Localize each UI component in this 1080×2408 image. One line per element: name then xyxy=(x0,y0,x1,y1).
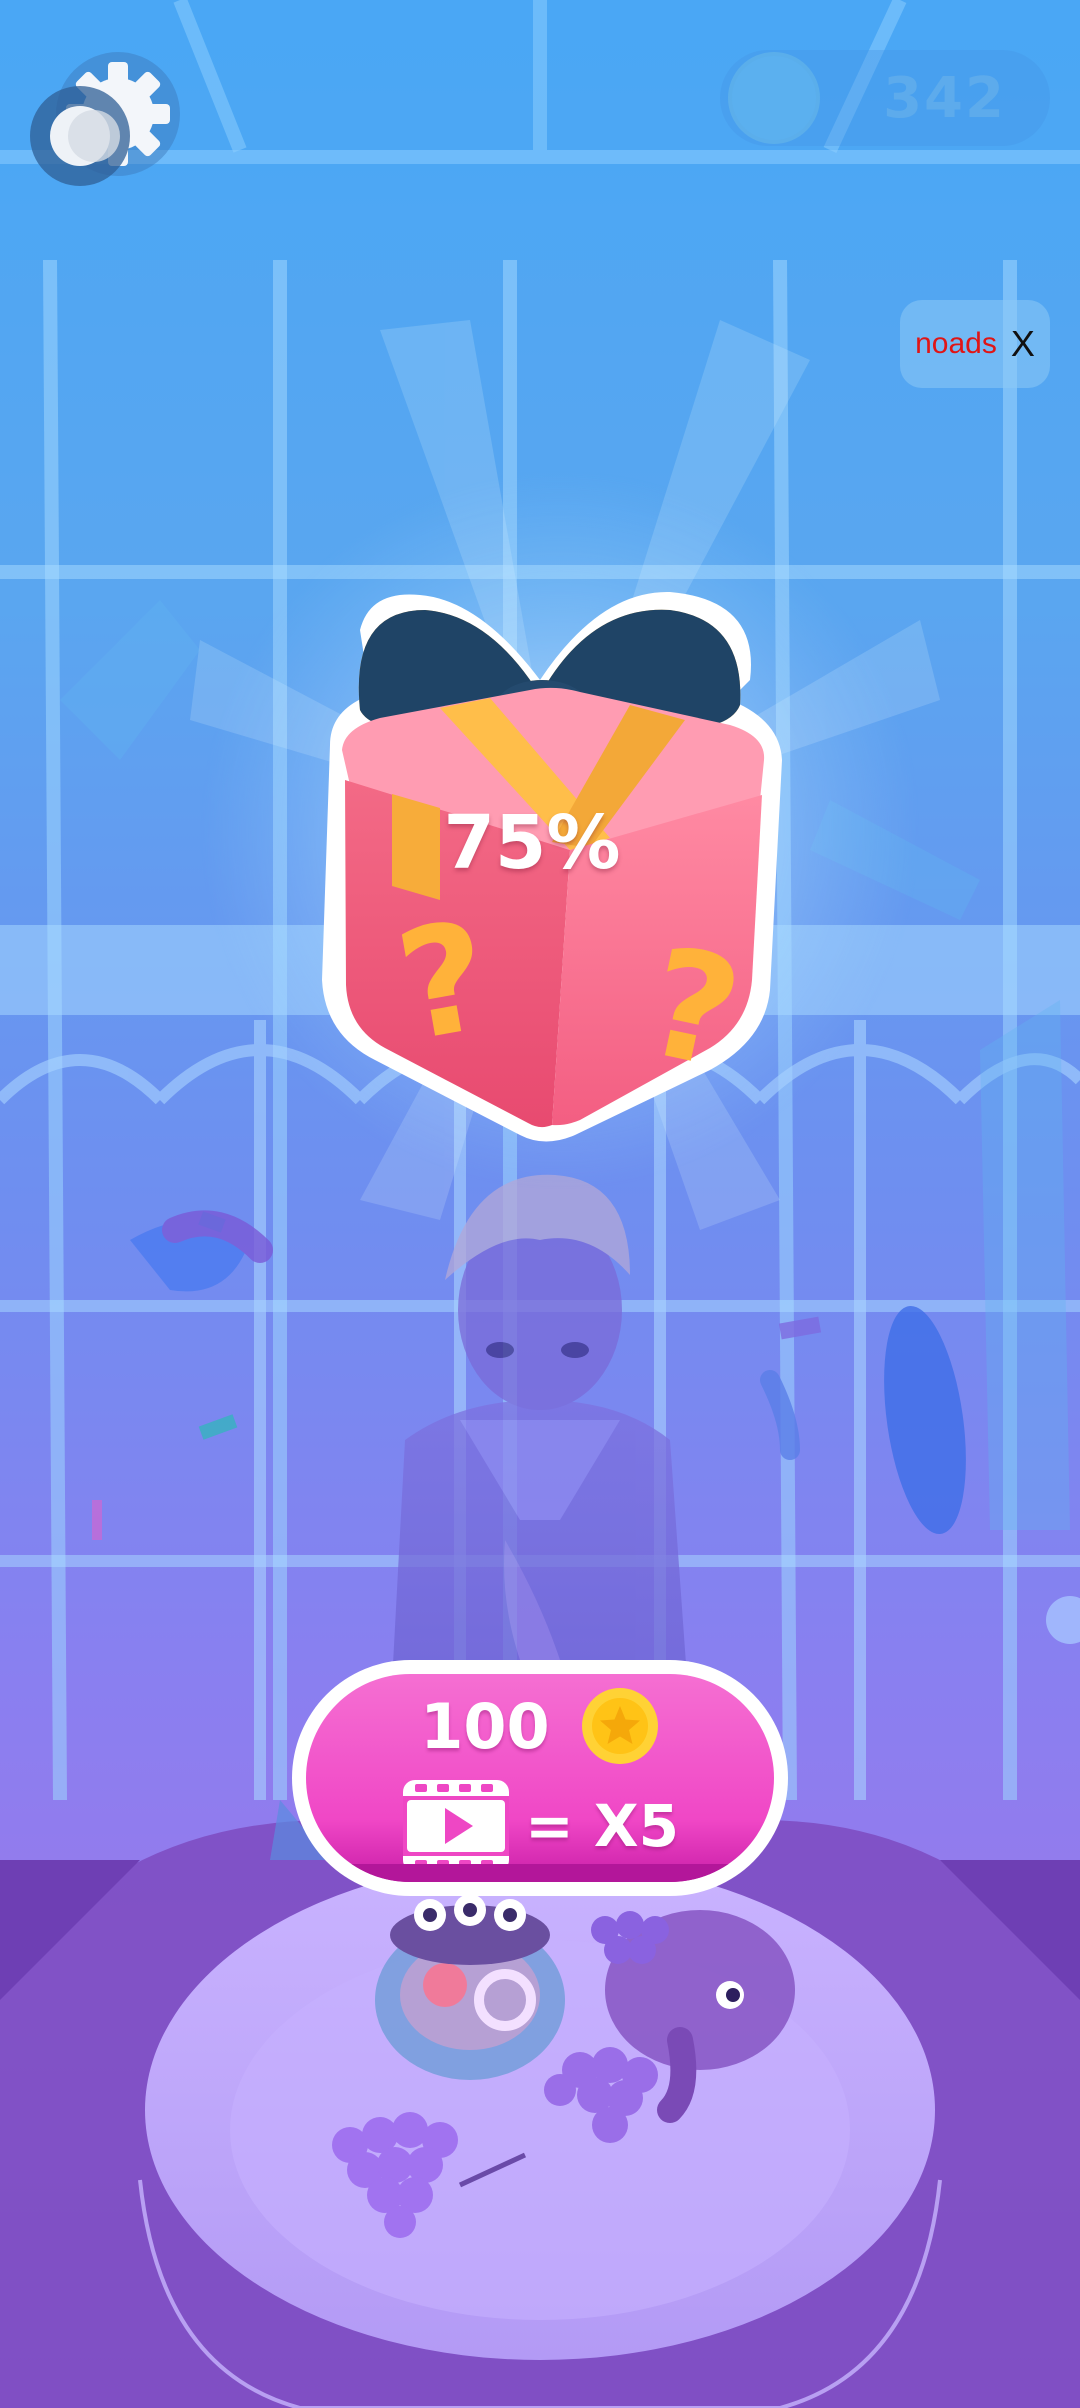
reward-button-face: 100 = X5 xyxy=(306,1674,774,1882)
gold-coin-icon xyxy=(581,1688,658,1764)
noads-label: noads xyxy=(915,327,997,360)
noads-close-icon[interactable]: X xyxy=(1011,323,1035,365)
reward-multiplier-row: = X5 xyxy=(306,1778,774,1874)
game-screen: 342 noads X ? ? 75% 100 = X5 xyxy=(0,0,1080,2408)
reward-amount-row: 100 xyxy=(306,1686,774,1766)
mystery-gift: ? ? 75% xyxy=(290,570,810,1150)
coin-count: 342 xyxy=(883,65,1006,131)
noads-button[interactable]: noads X xyxy=(900,300,1050,388)
settings-button[interactable] xyxy=(28,48,188,198)
reward-amount: 100 xyxy=(420,1689,550,1763)
coin-counter: 342 xyxy=(720,50,1050,146)
watch-ad-reward-button[interactable]: 100 = X5 xyxy=(292,1660,788,1896)
reward-multiplier: = X5 xyxy=(525,1792,679,1860)
gear-icon xyxy=(30,52,180,186)
gift-progress-text: 75% xyxy=(443,800,621,886)
video-ad-icon xyxy=(403,1780,510,1872)
coin-icon xyxy=(728,52,820,144)
